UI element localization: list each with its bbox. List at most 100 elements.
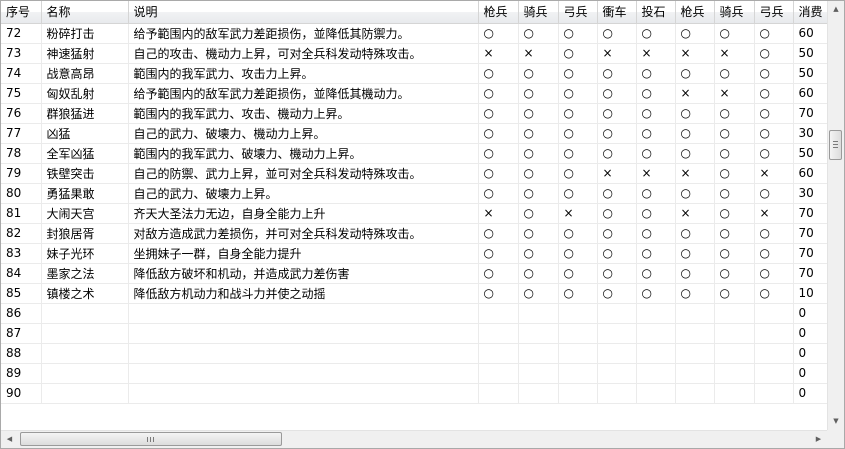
cell-name[interactable] [41,383,129,404]
cell-cost[interactable]: 0 [793,303,827,324]
cell-spearman[interactable] [478,343,519,364]
cell-spearman[interactable]: × [478,43,519,64]
cell-archer[interactable]: ○ [558,23,598,44]
cell-cavalry-2[interactable]: ○ [714,263,755,284]
cell-cavalry-2[interactable] [714,363,755,384]
cell-id[interactable]: 82 [1,223,42,244]
table-row[interactable]: 78 全军凶猛 範围内的我军武力、破壊力、機动力上昇。 ○ ○ ○ ○ ○ ○ ○ ○ 50 [1,143,827,164]
cell-name[interactable]: 大闹天宫 [41,203,129,224]
cell-archer-2[interactable]: ○ [754,63,794,84]
cell-name[interactable]: 勇猛果敢 [41,183,129,204]
cell-cavalry[interactable]: ○ [518,163,559,184]
cell-archer[interactable]: ○ [558,123,598,144]
cell-spearman-2[interactable]: ○ [675,23,715,44]
cell-ram[interactable]: ○ [597,283,637,304]
cell-cost[interactable]: 70 [793,203,827,224]
table-row[interactable]: 77 凶猛 自己的武力、破壊力、機动力上昇。 ○ ○ ○ ○ ○ ○ ○ ○ 30 [1,123,827,144]
cell-id[interactable]: 76 [1,103,42,124]
cell-cavalry[interactable]: ○ [518,103,559,124]
cell-spearman[interactable]: ○ [478,263,519,284]
scroll-right-arrow-icon[interactable]: ▶ [810,431,827,448]
cell-ram[interactable]: ○ [597,23,637,44]
cell-cavalry-2[interactable]: × [714,43,755,64]
scroll-up-arrow-icon[interactable]: ▲ [828,1,844,18]
cell-ram[interactable]: ○ [597,123,637,144]
cell-archer-2[interactable]: × [754,163,794,184]
cell-spearman-2[interactable]: × [675,83,715,104]
cell-ram[interactable]: ○ [597,223,637,244]
cell-cavalry-2[interactable]: ○ [714,103,755,124]
vertical-scroll-thumb[interactable] [829,130,842,160]
cell-archer[interactable] [558,323,598,344]
cell-catapult[interactable] [636,323,676,344]
cell-cavalry[interactable]: ○ [518,63,559,84]
table-row[interactable]: 76 群狼猛进 範围内的我军武力、攻击、機动力上昇。 ○ ○ ○ ○ ○ ○ ○ ○ 70 [1,103,827,124]
cell-cost[interactable]: 30 [793,123,827,144]
cell-id[interactable]: 77 [1,123,42,144]
cell-cost[interactable]: 70 [793,223,827,244]
cell-description[interactable] [128,303,479,324]
cell-archer[interactable] [558,343,598,364]
cell-cavalry-2[interactable] [714,343,755,364]
cell-description[interactable] [128,363,479,384]
cell-ram[interactable]: ○ [597,63,637,84]
cell-catapult[interactable]: ○ [636,183,676,204]
cell-archer-2[interactable]: ○ [754,183,794,204]
cell-spearman-2[interactable] [675,303,715,324]
cell-catapult[interactable]: ○ [636,203,676,224]
cell-description[interactable]: 範围内的我军武力、攻击力上昇。 [128,63,479,84]
cell-cavalry[interactable] [518,383,559,404]
cell-archer-2[interactable] [754,383,794,404]
cell-cavalry[interactable]: ○ [518,203,559,224]
cell-id[interactable]: 83 [1,243,42,264]
cell-description[interactable]: 降低敌方机动力和战斗力并使之动摇 [128,283,479,304]
cell-cavalry[interactable] [518,303,559,324]
cell-archer[interactable]: ○ [558,223,598,244]
cell-catapult[interactable]: ○ [636,83,676,104]
cell-archer[interactable]: ○ [558,63,598,84]
table-row[interactable]: 86 0 [1,303,827,324]
table-row[interactable]: 73 神速猛射 自己的攻击、機动力上昇，可对全兵科发动特殊攻击。 × × ○ × × × × ○ 50 [1,43,827,64]
cell-catapult[interactable]: × [636,163,676,184]
cell-id[interactable]: 87 [1,323,42,344]
cell-catapult[interactable]: ○ [636,63,676,84]
table-row[interactable]: 90 0 [1,383,827,404]
cell-archer-2[interactable]: ○ [754,243,794,264]
column-header-ram[interactable]: 衝车 [597,1,637,24]
cell-cavalry-2[interactable]: ○ [714,223,755,244]
column-header-id[interactable]: 序号 [1,1,42,24]
horizontal-scroll-thumb[interactable] [20,432,282,446]
column-header-catapult[interactable]: 投石 [636,1,676,24]
cell-description[interactable]: 範围内的我军武力、破壊力、機动力上昇。 [128,143,479,164]
cell-ram[interactable] [597,343,637,364]
cell-id[interactable]: 90 [1,383,42,404]
cell-ram[interactable]: × [597,163,637,184]
table-row[interactable]: 89 0 [1,363,827,384]
column-header-cavalry-2[interactable]: 骑兵 [714,1,755,24]
cell-cavalry-2[interactable] [714,383,755,404]
cell-archer[interactable]: ○ [558,263,598,284]
cell-cost[interactable]: 0 [793,343,827,364]
table-row[interactable]: 74 战意高昂 範围内的我军武力、攻击力上昇。 ○ ○ ○ ○ ○ ○ ○ ○ 50 [1,63,827,84]
cell-name[interactable]: 妹子光环 [41,243,129,264]
cell-catapult[interactable]: ○ [636,243,676,264]
cell-catapult[interactable] [636,303,676,324]
cell-archer[interactable]: ○ [558,283,598,304]
cell-cavalry-2[interactable]: ○ [714,23,755,44]
cell-id[interactable]: 73 [1,43,42,64]
column-header-archer-2[interactable]: 弓兵 [754,1,794,24]
cell-name[interactable]: 战意高昂 [41,63,129,84]
cell-archer[interactable] [558,363,598,384]
table-row[interactable]: 84 墨家之法 降低敌方破坏和机动，并造成武力差伤害 ○ ○ ○ ○ ○ ○ ○ ○ 70 [1,263,827,284]
cell-archer[interactable]: ○ [558,83,598,104]
cell-spearman-2[interactable] [675,323,715,344]
cell-spearman-2[interactable]: ○ [675,183,715,204]
table-row[interactable]: 79 铁壁突击 自己的防禦、武力上昇，並可对全兵科发动特殊攻击。 ○ ○ ○ × × × ○ × 60 [1,163,827,184]
cell-description[interactable]: 给予範围内的敌军武力差距损伤，並降低其機动力。 [128,83,479,104]
cell-name[interactable]: 粉碎打击 [41,23,129,44]
table-row[interactable]: 88 0 [1,343,827,364]
cell-spearman-2[interactable]: ○ [675,263,715,284]
cell-cost[interactable]: 60 [793,83,827,104]
cell-catapult[interactable]: ○ [636,263,676,284]
cell-cavalry-2[interactable]: ○ [714,63,755,84]
